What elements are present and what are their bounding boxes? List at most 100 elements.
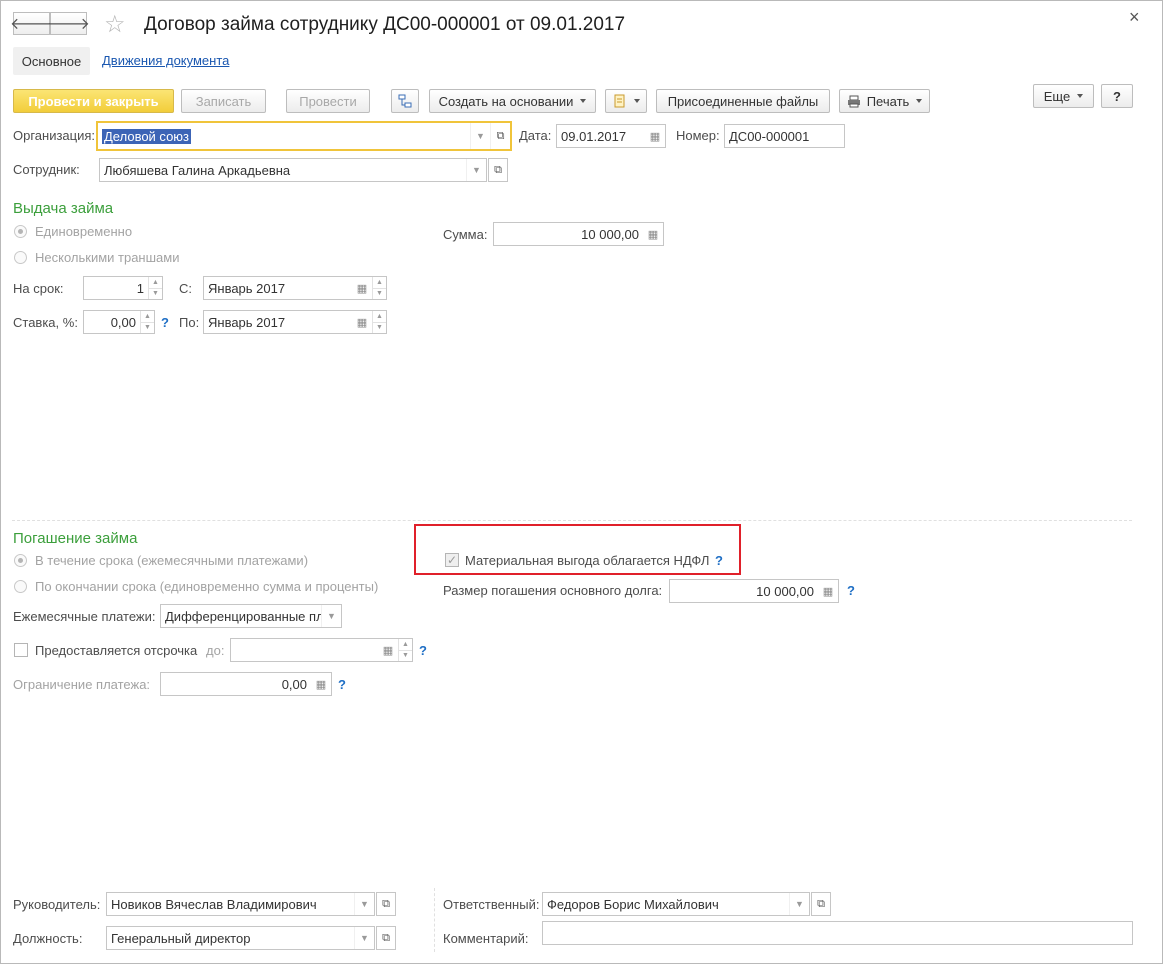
chevron-down-icon	[1077, 94, 1084, 98]
position-field[interactable]: Генеральный директор ▼	[106, 926, 375, 950]
organization-label: Организация:	[13, 128, 96, 143]
position-open-icon[interactable]: ⧉	[376, 926, 396, 950]
dropdown-arrow-icon[interactable]: ▼	[470, 123, 490, 149]
rate-stepper[interactable]: ▲ ▼	[140, 311, 154, 333]
page-title: Договор займа сотруднику ДС00-000001 от …	[144, 14, 626, 35]
dropdown-arrow-icon[interactable]: ▼	[354, 893, 374, 915]
organization-field[interactable]: Деловой союз ▼ ⧉	[96, 121, 512, 151]
structure-button[interactable]	[391, 89, 419, 113]
create-based-on-button[interactable]: Создать на основании	[429, 89, 596, 113]
payments-value: Дифференцированные пла	[165, 608, 321, 624]
calendar-icon[interactable]: ▦	[645, 130, 665, 143]
help-button[interactable]: ?	[1101, 84, 1133, 108]
more-label: Еще	[1043, 88, 1071, 104]
benefit-checkbox[interactable]: ✓	[445, 553, 459, 567]
sum-field[interactable]: 10 000,00 ▦	[493, 222, 664, 246]
to-stepper[interactable]: ▲ ▼	[372, 311, 386, 333]
calculator-icon[interactable]: ▦	[643, 228, 663, 241]
calendar-icon[interactable]: ▦	[352, 316, 372, 329]
more-button[interactable]: Еще	[1033, 84, 1094, 108]
sum-value: 10 000,00	[581, 226, 639, 242]
deferral-checkbox[interactable]	[14, 643, 28, 657]
head-value: Новиков Вячеслав Владимирович	[111, 896, 317, 912]
chevron-down-icon	[580, 99, 587, 103]
rate-value: 0,00	[110, 314, 136, 330]
until-stepper[interactable]: ▲ ▼	[398, 639, 412, 661]
from-field[interactable]: Январь 2017 ▦ ▲ ▼	[203, 276, 387, 300]
post-and-close-button[interactable]: Провести и закрыть	[13, 89, 174, 113]
term-stepper[interactable]: ▲ ▼	[148, 277, 162, 299]
head-label: Руководитель:	[13, 897, 101, 912]
debt-value: 10 000,00	[756, 583, 814, 599]
open-icon[interactable]: ⧉	[490, 123, 510, 149]
structure-icon	[398, 94, 412, 108]
forward-button[interactable]: 🡒	[47, 12, 90, 35]
arrow-right-icon: 🡒	[47, 16, 90, 33]
calculator-icon[interactable]: ▦	[818, 585, 838, 598]
date-value: 09.01.2017	[561, 128, 627, 144]
comment-field[interactable]	[542, 921, 1133, 945]
save-button[interactable]: Записать	[181, 89, 266, 113]
radio-tranches[interactable]	[14, 251, 27, 264]
rate-field[interactable]: 0,00 ▲ ▼	[83, 310, 155, 334]
date-field[interactable]: 09.01.2017 ▦	[556, 124, 666, 148]
tab-movements[interactable]: Движения документа	[102, 53, 229, 68]
rate-label: Ставка, %:	[13, 315, 78, 330]
limit-label: Ограничение платежа:	[13, 677, 151, 692]
attached-files-button[interactable]: Присоединенные файлы	[656, 89, 830, 113]
from-value: Январь 2017	[208, 280, 286, 296]
number-field[interactable]: ДС00-000001	[724, 124, 845, 148]
benefit-label: Материальная выгода облагается НДФЛ	[465, 553, 710, 568]
head-field[interactable]: Новиков Вячеслав Владимирович ▼	[106, 892, 375, 916]
print-button[interactable]: Печать	[839, 89, 930, 113]
head-open-icon[interactable]: ⧉	[376, 892, 396, 916]
from-stepper[interactable]: ▲ ▼	[372, 277, 386, 299]
calendar-icon[interactable]: ▦	[352, 282, 372, 295]
section-issue-title: Выдача займа	[13, 200, 114, 217]
limit-field[interactable]: 0,00 ▦	[160, 672, 332, 696]
radio-end-of-term[interactable]	[14, 580, 27, 593]
until-field[interactable]: ▦ ▲ ▼	[230, 638, 413, 662]
report-icon	[614, 94, 624, 108]
rate-help-icon[interactable]: ?	[161, 315, 169, 330]
term-field[interactable]: 1 ▲ ▼	[83, 276, 163, 300]
dropdown-arrow-icon[interactable]: ▼	[789, 893, 809, 915]
radio-once-label: Единовременно	[35, 224, 133, 239]
debt-help-icon[interactable]: ?	[847, 583, 855, 598]
back-button[interactable]: 🡐	[10, 12, 53, 35]
payments-select[interactable]: Дифференцированные пла ▼	[160, 604, 342, 628]
deferral-help-icon[interactable]: ?	[419, 643, 427, 658]
dropdown-arrow-icon[interactable]: ▼	[354, 927, 374, 949]
reports-button[interactable]	[605, 89, 647, 113]
to-label: По:	[179, 315, 200, 330]
dropdown-arrow-icon[interactable]: ▼	[466, 159, 486, 181]
organization-value: Деловой союз	[102, 128, 192, 144]
chevron-down-icon	[633, 99, 640, 103]
favorite-star-icon[interactable]: ☆	[104, 10, 126, 39]
to-field[interactable]: Январь 2017 ▦ ▲ ▼	[203, 310, 387, 334]
radio-once[interactable]	[14, 225, 27, 238]
comment-label: Комментарий:	[443, 931, 529, 946]
number-value: ДС00-000001	[729, 128, 810, 144]
position-label: Должность:	[13, 931, 83, 946]
responsible-field[interactable]: Федоров Борис Михайлович ▼	[542, 892, 810, 916]
tab-main[interactable]: Основное	[13, 47, 90, 75]
sum-label: Сумма:	[443, 227, 488, 242]
number-label: Номер:	[676, 128, 720, 143]
deferral-label: Предоставляется отсрочка	[35, 643, 198, 658]
responsible-open-icon[interactable]: ⧉	[811, 892, 831, 916]
post-button[interactable]: Провести	[286, 89, 370, 113]
benefit-help-icon[interactable]: ?	[715, 553, 723, 568]
employee-field[interactable]: Любяшева Галина Аркадьевна ▼	[99, 158, 487, 182]
calendar-icon[interactable]: ▦	[378, 644, 398, 657]
debt-field[interactable]: 10 000,00 ▦	[669, 579, 839, 603]
create-based-on-label: Создать на основании	[438, 93, 574, 109]
calculator-icon[interactable]: ▦	[311, 678, 331, 691]
employee-open-icon[interactable]: ⧉	[488, 158, 508, 182]
dropdown-arrow-icon[interactable]: ▼	[321, 605, 341, 627]
limit-help-icon[interactable]: ?	[338, 677, 346, 692]
close-icon[interactable]: ×	[1129, 7, 1140, 28]
radio-monthly[interactable]	[14, 554, 27, 567]
radio-tranches-label: Несколькими траншами	[35, 250, 180, 265]
radio-end-of-term-label: По окончании срока (единовременно сумма …	[35, 579, 379, 594]
